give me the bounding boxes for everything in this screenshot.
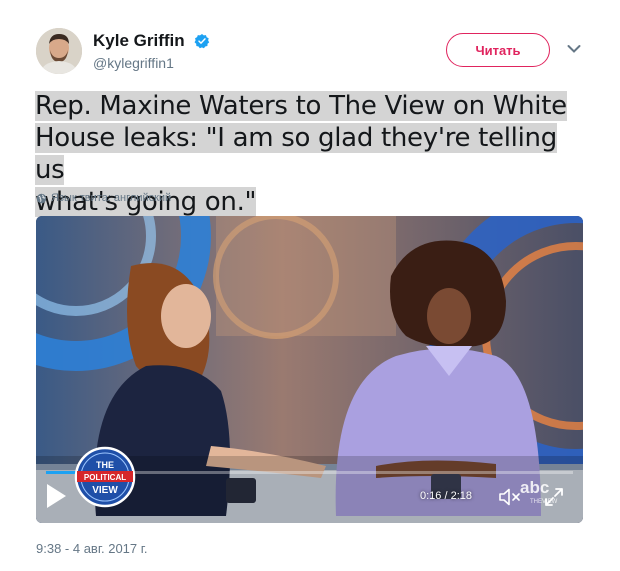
tweet-card: Kyle Griffin @kylegriffin1 Читать Rep. M… <box>0 0 620 571</box>
tweet-timestamp[interactable]: 9:38 - 4 авг. 2017 г. <box>36 541 148 556</box>
badge-line2: POLITICAL <box>84 473 126 482</box>
author-name-text: Kyle Griffin <box>93 31 185 50</box>
globe-icon <box>36 193 47 203</box>
language-note-text: Язык твита: английский <box>51 192 172 204</box>
chevron-down-icon[interactable] <box>567 44 581 54</box>
tweet-text-line: House leaks: "I am so glad they're telli… <box>35 123 557 185</box>
tweet-language-note[interactable]: Язык твита: английский <box>36 192 171 204</box>
author-handle[interactable]: @kylegriffin1 <box>93 55 174 71</box>
avatar[interactable] <box>36 28 82 74</box>
follow-button[interactable]: Читать <box>446 33 550 67</box>
video-time: 0:16 / 2:18 <box>420 490 472 502</box>
badge-line1: THE <box>96 460 114 470</box>
author-name[interactable]: Kyle Griffin <box>93 31 210 51</box>
play-icon[interactable] <box>44 482 68 510</box>
badge-line3: VIEW <box>92 485 118 496</box>
verified-badge-icon <box>194 34 210 49</box>
video-player[interactable]: THE POLITICAL VIEW 0:16 / 2:18 abc THEVI… <box>36 216 583 523</box>
tweet-text-line: Rep. Maxine Waters to The View on White <box>35 91 567 121</box>
volume-muted-icon[interactable] <box>499 488 521 506</box>
political-view-badge: THE POLITICAL VIEW <box>74 446 136 508</box>
fullscreen-icon[interactable] <box>544 487 564 507</box>
